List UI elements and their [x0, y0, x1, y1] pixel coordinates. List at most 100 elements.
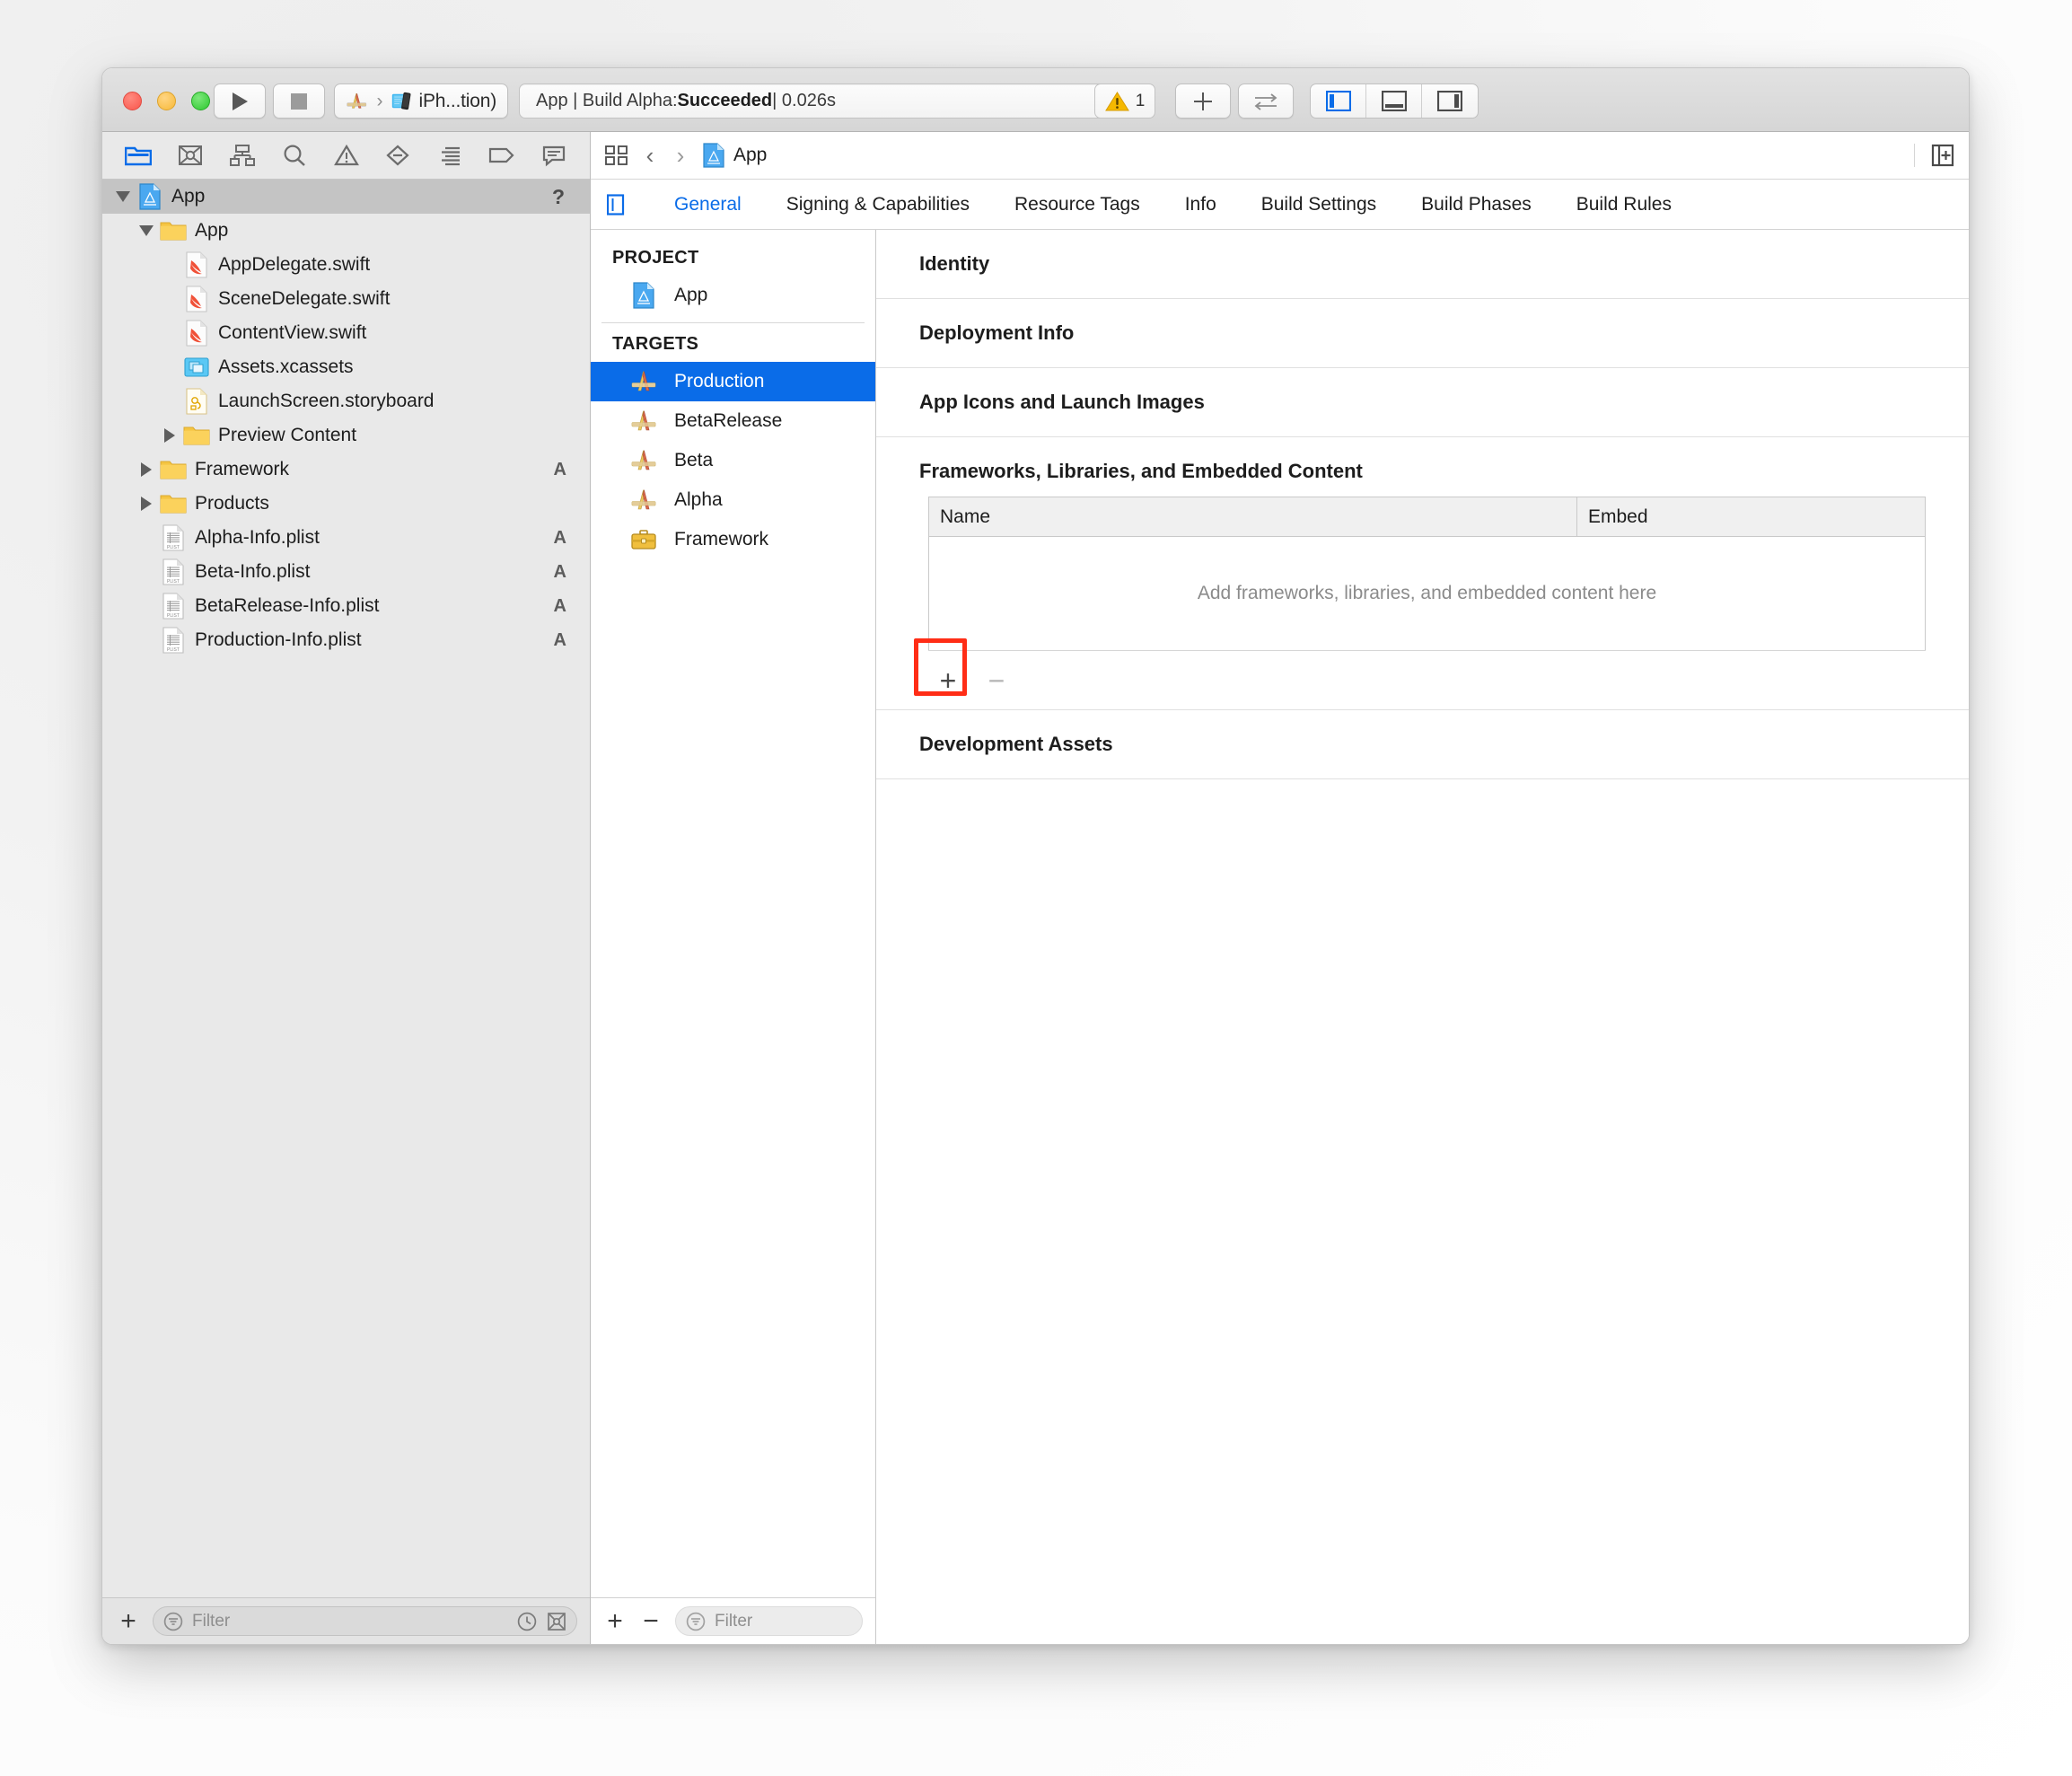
tree-row[interactable]: App: [102, 214, 590, 248]
target-item-beta[interactable]: Beta: [591, 441, 875, 480]
toggle-targets-sidebar-button[interactable]: [607, 193, 630, 215]
sidebar-item-source-control-navigator[interactable]: [165, 137, 215, 173]
target-item-production[interactable]: Production: [591, 362, 875, 401]
sidebar-item-issue-navigator[interactable]: [321, 137, 372, 173]
build-status-bar[interactable]: App | Build Alpha: Succeeded | 0.026s: [519, 84, 1138, 119]
stop-button[interactable]: [273, 84, 325, 119]
scheme-selector-button[interactable]: › iPh...tion): [334, 84, 508, 119]
sidebar-item-report-navigator[interactable]: [529, 137, 579, 173]
tree-row[interactable]: ContentView.swift: [102, 316, 590, 350]
related-items-button[interactable]: [605, 145, 628, 166]
tree-row[interactable]: PLIST BetaRelease-Info.plist A: [102, 589, 590, 623]
xcodeproj-icon: [628, 282, 659, 309]
sidebar-item-find-navigator[interactable]: [269, 137, 320, 173]
tree-row[interactable]: PLIST Production-Info.plist A: [102, 623, 590, 657]
close-window-button[interactable]: [123, 92, 142, 110]
breadcrumb[interactable]: App: [702, 143, 767, 168]
sidebar-item-symbol-navigator[interactable]: [217, 137, 268, 173]
section-development-assets-header[interactable]: Development Assets: [876, 710, 1969, 778]
sidebar-item-project-navigator[interactable]: [113, 137, 163, 173]
run-button[interactable]: [214, 84, 266, 119]
remove-framework-button[interactable]: −: [977, 666, 1016, 695]
swift-file-icon: [181, 251, 212, 278]
section-identity: Identity: [876, 230, 1969, 299]
target-item-betarelease[interactable]: BetaRelease: [591, 401, 875, 441]
tab-resource-tags[interactable]: Resource Tags: [992, 194, 1163, 215]
section-deployment-info-header[interactable]: Deployment Info: [876, 299, 1969, 367]
column-header-name[interactable]: Name: [929, 497, 1577, 536]
sidebar-item-debug-navigator[interactable]: [425, 137, 475, 173]
tree-row-label: Production-Info.plist: [195, 629, 362, 650]
toggle-debug-area-button[interactable]: [1366, 84, 1422, 118]
bottom-panel-icon: [1381, 91, 1407, 111]
tag-icon: [489, 147, 514, 163]
breadcrumb-label: App: [733, 145, 768, 165]
status-prefix: App | Build Alpha:: [536, 91, 678, 110]
target-app-icon: [628, 370, 659, 393]
tree-row[interactable]: Products: [102, 487, 590, 521]
disclosure-right-icon[interactable]: [158, 428, 181, 443]
disclosure-right-icon: [164, 428, 175, 443]
tree-row[interactable]: AppDelegate.swift: [102, 248, 590, 282]
navigator-filter-field[interactable]: Filter: [153, 1606, 577, 1636]
project-item-app[interactable]: App: [591, 276, 875, 315]
filter-icon: [163, 1612, 183, 1631]
tree-row[interactable]: PLIST Alpha-Info.plist A: [102, 521, 590, 555]
add-framework-button[interactable]: +: [928, 666, 968, 695]
sidebar-item-breakpoint-navigator[interactable]: [477, 137, 527, 173]
section-development-assets: Development Assets: [876, 710, 1969, 779]
speech-bubble-icon: [542, 145, 566, 167]
tab-signing-capabilities[interactable]: Signing & Capabilities: [764, 194, 992, 215]
tree-row-label: App: [171, 186, 206, 207]
target-item-label: Beta: [674, 450, 714, 470]
zoom-window-button[interactable]: [191, 92, 210, 110]
tab-general[interactable]: General: [652, 194, 764, 215]
svg-text:PLIST: PLIST: [167, 545, 180, 550]
disclosure-down-icon[interactable]: [135, 225, 158, 236]
add-editor-button[interactable]: [1175, 84, 1231, 119]
section-app-icons-header[interactable]: App Icons and Launch Images: [876, 368, 1969, 436]
frameworks-table-header: Name Embed: [929, 497, 1925, 537]
targets-list[interactable]: PROJECT App TARGETS Production BetaReleas…: [591, 230, 875, 1597]
tree-row[interactable]: Framework A: [102, 453, 590, 487]
toggle-navigator-button[interactable]: [1311, 84, 1366, 118]
tree-row[interactable]: PLIST Beta-Info.plist A: [102, 555, 590, 589]
tree-row-label: Alpha-Info.plist: [195, 527, 320, 548]
tab-build-settings[interactable]: Build Settings: [1239, 194, 1399, 215]
tab-build-rules[interactable]: Build Rules: [1554, 194, 1694, 215]
navigate-back-button[interactable]: ‹: [641, 142, 659, 170]
right-panel-icon: [1437, 91, 1462, 111]
disclosure-right-icon[interactable]: [135, 462, 158, 477]
tree-row[interactable]: Assets.xcassets: [102, 350, 590, 384]
tree-row[interactable]: SceneDelegate.swift: [102, 282, 590, 316]
remove-target-button[interactable]: −: [639, 1606, 663, 1637]
tab-info[interactable]: Info: [1163, 194, 1239, 215]
section-identity-header[interactable]: Identity: [876, 230, 1969, 298]
disclosure-right-icon[interactable]: [135, 497, 158, 511]
navigate-forward-button[interactable]: ›: [672, 142, 689, 170]
tree-row[interactable]: LaunchScreen.storyboard: [102, 384, 590, 418]
disclosure-down-icon[interactable]: [111, 191, 135, 202]
status-suffix: | 0.026s: [772, 91, 836, 110]
swap-editor-button[interactable]: [1238, 84, 1294, 119]
xcode-scheme-icon: [347, 92, 367, 109]
warning-indicator[interactable]: 1: [1094, 84, 1155, 119]
target-item-alpha[interactable]: Alpha: [591, 480, 875, 520]
add-target-button[interactable]: +: [603, 1606, 627, 1637]
tree-row[interactable]: Preview Content: [102, 418, 590, 453]
minimize-window-button[interactable]: [157, 92, 176, 110]
section-frameworks-header[interactable]: Frameworks, Libraries, and Embedded Cont…: [876, 437, 1969, 497]
hide-targets-icon: [607, 193, 625, 215]
column-header-embed[interactable]: Embed: [1577, 497, 1925, 536]
add-file-button[interactable]: +: [115, 1606, 142, 1637]
targets-filter-field[interactable]: Filter: [675, 1606, 863, 1636]
add-editor-right-button[interactable]: [1914, 144, 1954, 167]
tree-row-label: LaunchScreen.storyboard: [218, 391, 435, 411]
tree-row[interactable]: App?: [102, 180, 590, 214]
target-item-framework[interactable]: Framework: [591, 520, 875, 559]
project-navigator-tree[interactable]: App? App AppDelegate.swift SceneDelegate…: [102, 180, 590, 1597]
tab-build-phases[interactable]: Build Phases: [1399, 194, 1554, 215]
toggle-inspector-button[interactable]: [1422, 84, 1478, 118]
sidebar-item-test-navigator[interactable]: [373, 137, 423, 173]
help-button[interactable]: ?: [552, 185, 574, 209]
